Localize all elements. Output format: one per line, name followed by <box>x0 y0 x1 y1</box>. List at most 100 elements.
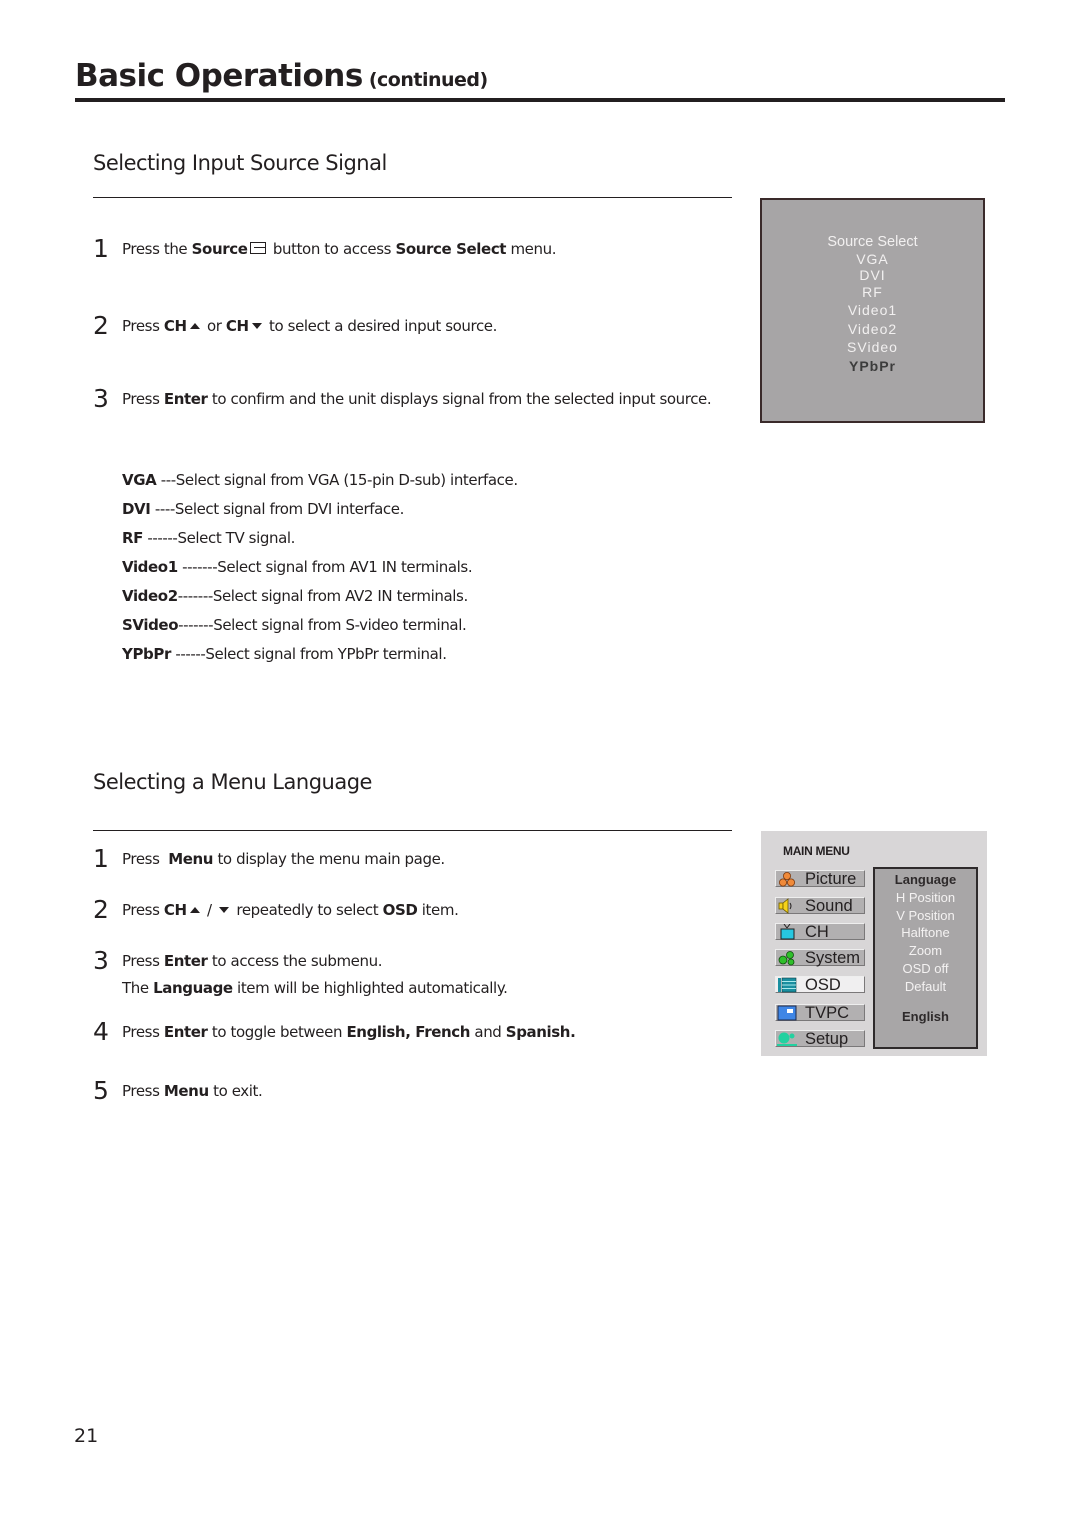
main-menu-title: MAIN MENU <box>783 844 850 858</box>
source-step-2: 2 Press CH or CH to select a desired inpu… <box>93 311 497 340</box>
menu-item-osd[interactable]: OSD <box>775 976 865 993</box>
step-text: Press <box>122 390 164 408</box>
definition-rf: RF ------Select TV signal. <box>122 529 295 547</box>
menu-item-tvpc[interactable]: TVPC <box>775 1004 865 1021</box>
definition-desc: -------Select signal from AV1 IN termina… <box>177 558 473 576</box>
submenu-item-v-position[interactable]: V Position <box>875 907 976 925</box>
step-number: 1 <box>93 234 109 263</box>
step-key-enter: Enter <box>163 952 208 970</box>
source-step-1: 1 Press the Source button to access Sourc… <box>93 234 556 263</box>
definition-term: YPbPr <box>122 645 171 663</box>
submenu-item-halftone[interactable]: Halftone <box>875 924 976 942</box>
step-number: 2 <box>93 895 109 924</box>
step-number: 3 <box>93 384 109 413</box>
system-icon <box>776 950 798 966</box>
submenu-item-default[interactable]: Default <box>875 978 976 996</box>
step-key-source: Source <box>191 240 248 258</box>
section-title-input-source: Selecting Input Source Signal <box>93 151 387 175</box>
osd-item-rf[interactable]: RF <box>762 284 983 301</box>
step-number: 4 <box>93 1017 109 1046</box>
step-key-spanish: Spanish. <box>505 1023 576 1041</box>
step-key-ch: CH <box>225 317 249 335</box>
language-step-1: 1 Press Menu to display the menu main pag… <box>93 844 445 873</box>
menu-item-system[interactable]: System <box>775 949 865 966</box>
osd-item-video2[interactable]: Video2 <box>762 321 983 338</box>
step-key-ch: CH <box>163 901 187 919</box>
language-value: English <box>902 1008 949 1024</box>
setup-icon <box>776 1031 798 1047</box>
definition-desc: ---Select signal from VGA (15-pin D-sub)… <box>156 471 518 489</box>
picture-icon <box>776 871 798 887</box>
osd-item-dvi[interactable]: DVI <box>762 267 983 284</box>
osd-header: Source Select <box>827 234 918 250</box>
definition-term: DVI <box>122 500 151 518</box>
step-key-languages: English, French <box>346 1023 471 1041</box>
osd-item-video1[interactable]: Video1 <box>762 302 983 319</box>
definition-desc: ----Select signal from DVI interface. <box>150 500 405 518</box>
language-step-3-note: The Language item will be highlighted au… <box>122 979 508 997</box>
definition-vga: VGA ---Select signal from VGA (15-pin D-… <box>122 471 518 489</box>
menu-item-ch[interactable]: CH <box>775 923 865 940</box>
definition-desc: ------Select signal from YPbPr terminal. <box>170 645 447 663</box>
submenu-item-zoom[interactable]: Zoom <box>875 942 976 960</box>
step-text: to confirm and the unit displays signal … <box>207 390 712 408</box>
language-step-4: 4 Press Enter to toggle between English, … <box>93 1017 576 1046</box>
definition-term: SVideo <box>122 616 179 634</box>
language-step-2: 2 Press CH / repeatedly to select OSD ite… <box>93 895 459 924</box>
step-text: to toggle between <box>207 1023 347 1041</box>
step-text: button to access <box>268 240 396 258</box>
menu-item-picture[interactable]: Picture <box>775 870 865 887</box>
step-key-menu: Menu <box>168 850 214 868</box>
menu-item-sound[interactable]: Sound <box>775 897 865 914</box>
arrow-down-icon <box>219 907 230 913</box>
definition-dvi: DVI ----Select signal from DVI interface… <box>122 500 404 518</box>
step-text: Press <box>122 1023 164 1041</box>
submenu-item-language[interactable]: Language <box>875 871 976 889</box>
step-text: Press <box>122 1082 164 1100</box>
step-key-source-select: Source Select <box>395 240 507 258</box>
osd-item-ypbpr[interactable]: YPbPr <box>762 358 983 375</box>
step-text: menu. <box>506 240 557 258</box>
step-text: repeatedly to select <box>232 901 383 919</box>
submenu-item-h-position[interactable]: H Position <box>875 889 976 907</box>
definition-video1: Video1 -------Select signal from AV1 IN … <box>122 558 473 576</box>
step-text: / <box>202 901 217 919</box>
osd-icon <box>776 977 798 993</box>
step-text: Press <box>122 952 164 970</box>
title-divider <box>75 98 1005 102</box>
page-title-text: Basic Operations <box>75 58 363 94</box>
step-text: to select a desired input source. <box>264 317 497 335</box>
definition-term: VGA <box>122 471 157 489</box>
menu-item-label: TVPC <box>805 1004 850 1022</box>
language-step-5: 5 Press Menu to exit. <box>93 1076 263 1105</box>
menu-item-label: Sound <box>805 897 853 915</box>
step-text: item will be highlighted automatically. <box>232 979 508 997</box>
step-key-language: Language <box>153 979 233 997</box>
step-number: 3 <box>93 946 109 975</box>
source-select-osd: Source Select VGA DVI RF Video1 Video2 S… <box>760 198 985 423</box>
menu-item-setup[interactable]: Setup <box>775 1030 865 1047</box>
menu-item-label: Picture <box>805 870 857 888</box>
step-number: 2 <box>93 311 109 340</box>
step-key-enter: Enter <box>163 1023 208 1041</box>
step-key-menu: Menu <box>163 1082 209 1100</box>
step-number: 5 <box>93 1076 109 1105</box>
step-text: and <box>470 1023 506 1041</box>
arrow-up-icon <box>189 907 200 913</box>
step-text: Press <box>122 317 164 335</box>
osd-item-svideo[interactable]: SVideo <box>762 339 983 356</box>
osd-item-vga[interactable]: VGA <box>762 251 983 268</box>
definition-desc: -------Select signal from AV2 IN termina… <box>177 587 468 605</box>
language-step-3: 3 Press Enter to access the submenu. <box>93 946 382 975</box>
step-text: Press <box>122 850 169 868</box>
source-input-icon <box>249 242 266 254</box>
step-number: 1 <box>93 844 109 873</box>
section-divider <box>93 830 732 831</box>
sound-icon <box>776 898 798 914</box>
submenu-item-osd-off[interactable]: OSD off <box>875 960 976 978</box>
step-key-osd: OSD <box>382 901 418 919</box>
menu-item-label: Setup <box>805 1030 849 1048</box>
step-key-ch: CH <box>163 317 187 335</box>
definition-ypbpr: YPbPr ------Select signal from YPbPr ter… <box>122 645 447 663</box>
page-number: 21 <box>74 1425 99 1447</box>
